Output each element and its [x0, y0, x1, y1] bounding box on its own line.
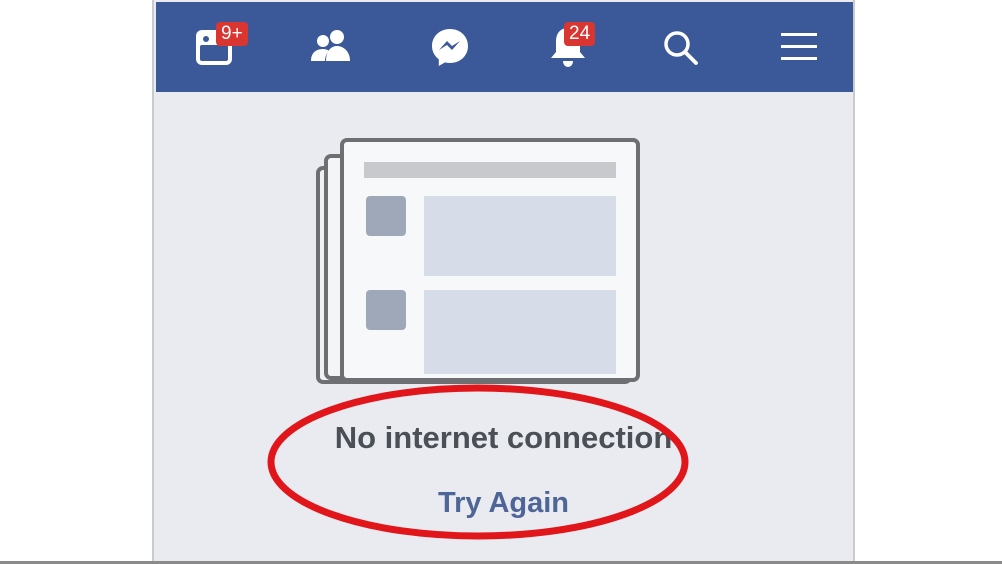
- search-icon: [664, 31, 698, 65]
- nav-news-feed[interactable]: 9+: [174, 2, 254, 92]
- nav-friends[interactable]: [291, 2, 371, 92]
- news-feed-badge: 9+: [216, 22, 248, 46]
- try-again-label[interactable]: Try Again: [438, 487, 569, 519]
- friends-icon: [311, 30, 350, 61]
- notifications-badge: 24: [564, 22, 596, 46]
- top-navbar: 9+ 24: [156, 2, 853, 92]
- nav-notifications[interactable]: 24: [528, 2, 608, 92]
- nav-search[interactable]: [640, 2, 720, 92]
- nav-menu[interactable]: [759, 2, 839, 92]
- nav-messenger[interactable]: [410, 2, 490, 92]
- messenger-icon: [432, 29, 468, 66]
- menu-icon: [781, 33, 817, 60]
- try-again-link[interactable]: Try Again: [152, 487, 855, 520]
- offline-message: No internet connection: [334, 420, 673, 455]
- newspaper-icon: [316, 138, 640, 384]
